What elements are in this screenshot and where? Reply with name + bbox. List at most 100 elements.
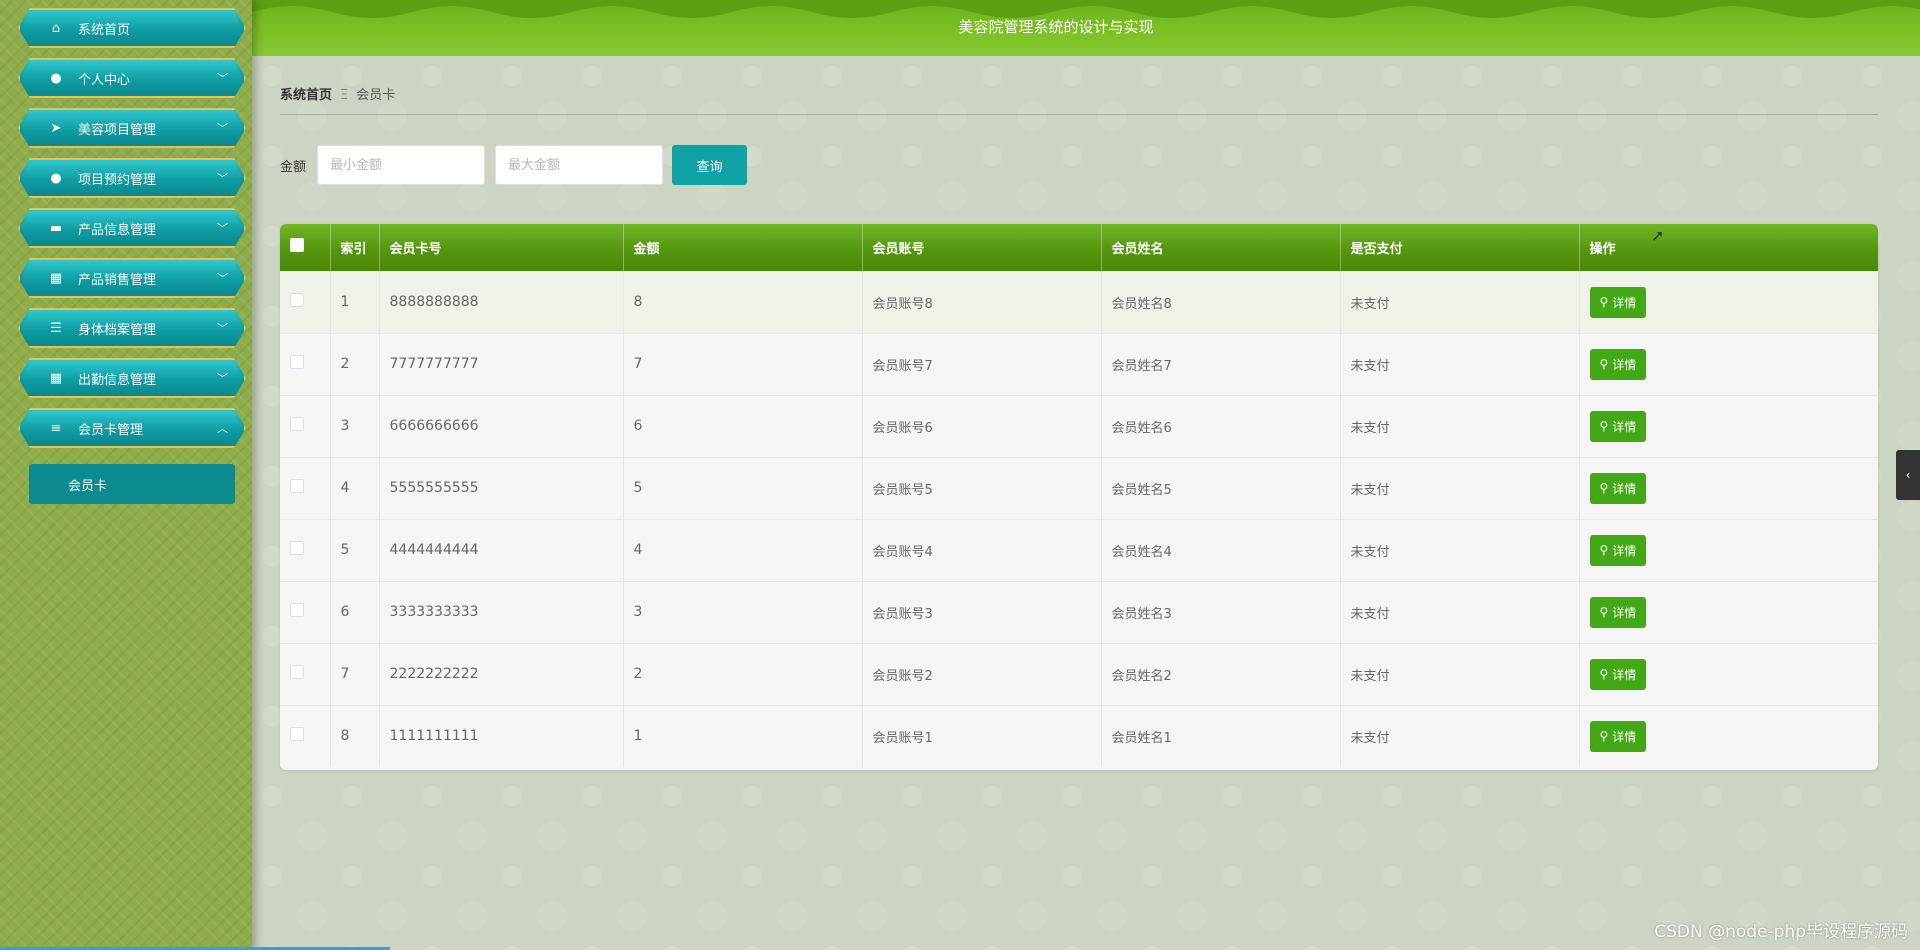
sliders-icon: ☰ bbox=[50, 320, 62, 336]
cell-name: 会员姓名6 bbox=[1101, 395, 1341, 457]
search-button[interactable]: 查询 bbox=[672, 145, 747, 185]
detail-button-label: 详情 bbox=[1612, 357, 1637, 372]
cell-account: 会员账号1 bbox=[862, 705, 1102, 767]
breadcrumb-home[interactable]: 系统首页 bbox=[280, 88, 332, 103]
user-icon: ● bbox=[50, 70, 62, 86]
cell-card-number: 8888888888 bbox=[379, 271, 624, 333]
detail-button[interactable]: ⚲ 详情 bbox=[1589, 472, 1647, 504]
cell-name: 会员姓名1 bbox=[1101, 705, 1341, 767]
detail-button[interactable]: ⚲ 详情 bbox=[1589, 658, 1647, 690]
cell-account: 会员账号2 bbox=[862, 643, 1102, 705]
chevron-down-icon: ﹀ bbox=[217, 372, 228, 385]
row-checkbox[interactable] bbox=[290, 479, 304, 493]
select-all-checkbox-cell bbox=[280, 224, 331, 271]
cell-card-number: 6666666666 bbox=[379, 395, 624, 457]
sidebar-item-beauty-project[interactable]: ➤ 美容项目管理 ﹀ bbox=[18, 108, 246, 148]
row-checkbox[interactable] bbox=[290, 665, 304, 679]
breadcrumb-divider bbox=[280, 114, 1878, 115]
sidebar-item-label: 身体档案管理 bbox=[78, 322, 157, 338]
column-header: 金额 bbox=[623, 224, 863, 271]
detail-button-label: 详情 bbox=[1612, 667, 1637, 682]
column-header: 操作 bbox=[1589, 241, 1616, 257]
detail-button[interactable]: ⚲ 详情 bbox=[1589, 348, 1647, 380]
sidebar-item-label: 美容项目管理 bbox=[78, 122, 157, 138]
cell-account: 会员账号3 bbox=[862, 581, 1102, 643]
detail-button[interactable]: ⚲ 详情 bbox=[1589, 596, 1647, 628]
row-checkbox[interactable] bbox=[290, 417, 304, 431]
chevron-down-icon: ﹀ bbox=[217, 72, 228, 85]
cell-paid-status: 未支付 bbox=[1340, 519, 1580, 581]
cell-index: 8 bbox=[330, 705, 380, 767]
table-row: 5 4444444444 4 会员账号4 会员姓名4 未支付 ⚲ 详情 bbox=[280, 519, 1878, 581]
cell-card-number: 2222222222 bbox=[379, 643, 624, 705]
chevron-down-icon: ﹀ bbox=[217, 172, 228, 185]
chevron-up-icon: ︿ bbox=[217, 422, 228, 435]
column-header: 会员账号 bbox=[862, 224, 1102, 271]
cell-account: 会员账号5 bbox=[862, 457, 1102, 519]
breadcrumb: 系统首页 Ξ 会员卡 bbox=[280, 84, 395, 103]
sidebar-item-appointment[interactable]: ● 项目预约管理 ﹀ bbox=[18, 158, 246, 198]
sidebar-item-personal-center[interactable]: ● 个人中心 ﹀ bbox=[18, 58, 246, 98]
cell-amount: 4 bbox=[623, 519, 863, 581]
search-icon: ⚲ bbox=[1599, 729, 1609, 744]
cell-amount: 2 bbox=[623, 643, 863, 705]
sidebar-item-product-sales[interactable]: ▦ 产品销售管理 ﹀ bbox=[18, 258, 246, 298]
row-checkbox[interactable] bbox=[290, 727, 304, 742]
row-checkbox[interactable] bbox=[290, 293, 304, 307]
cell-account: 会员账号6 bbox=[862, 395, 1102, 457]
select-all-checkbox[interactable] bbox=[290, 238, 304, 253]
table-row: 7 2222222222 2 会员账号2 会员姓名2 未支付 ⚲ 详情 bbox=[280, 643, 1878, 705]
cell-amount: 7 bbox=[623, 333, 863, 395]
column-header: 会员姓名 bbox=[1101, 224, 1341, 271]
sidebar-item-product-info[interactable]: ▬ 产品信息管理 ﹀ bbox=[18, 208, 246, 248]
chevron-left-icon: ‹ bbox=[1905, 468, 1911, 482]
cell-name: 会员姓名5 bbox=[1101, 457, 1341, 519]
search-icon: ⚲ bbox=[1599, 419, 1609, 433]
home-icon: ⌂ bbox=[51, 20, 61, 36]
cell-account: 会员账号8 bbox=[862, 271, 1102, 333]
search-icon: ⚲ bbox=[1599, 295, 1609, 309]
max-amount-input[interactable] bbox=[495, 145, 663, 185]
sidebar-item-member-card[interactable]: ≡ 会员卡管理 ︿ bbox=[18, 408, 246, 448]
detail-button-label: 详情 bbox=[1612, 729, 1637, 744]
cell-index: 1 bbox=[330, 271, 380, 333]
watermark-text: CSDN @node-php毕设程序源码 bbox=[1654, 922, 1908, 942]
cell-account: 会员账号4 bbox=[862, 519, 1102, 581]
cell-name: 会员姓名8 bbox=[1101, 271, 1341, 333]
member-card-table: 索引 会员卡号 金额 会员账号 会员姓名 是否支付 操作 1 888888888… bbox=[280, 224, 1878, 770]
sidebar-item-label: 项目预约管理 bbox=[78, 172, 157, 188]
submenu-item-member-card[interactable]: 会员卡 bbox=[29, 464, 235, 504]
detail-button-label: 详情 bbox=[1612, 543, 1637, 558]
detail-button[interactable]: ⚲ 详情 bbox=[1589, 534, 1647, 566]
cell-card-number: 5555555555 bbox=[379, 457, 624, 519]
sidebar-item-home[interactable]: ⌂ 系统首页 bbox=[18, 8, 246, 48]
chevron-down-icon: ﹀ bbox=[217, 322, 228, 335]
row-checkbox[interactable] bbox=[290, 355, 304, 369]
sidebar-item-body-record[interactable]: ☰ 身体档案管理 ﹀ bbox=[18, 308, 246, 348]
table-row: 2 7777777777 7 会员账号7 会员姓名7 未支付 ⚲ 详情 bbox=[280, 333, 1878, 395]
detail-button[interactable]: ⚲ 详情 bbox=[1589, 410, 1647, 442]
column-header: 索引 bbox=[330, 224, 380, 271]
collapse-panel-tab[interactable]: ‹ bbox=[1896, 450, 1920, 500]
row-checkbox[interactable] bbox=[290, 541, 304, 555]
ticket-icon: ▬ bbox=[49, 220, 63, 236]
column-header: 是否支付 bbox=[1340, 224, 1580, 271]
cell-amount: 5 bbox=[623, 457, 863, 519]
main-content: 系统首页 Ξ 会员卡 金额 查询 索引 会员卡号 金额 会员账号 会员姓名 是否支付… bbox=[252, 56, 1920, 950]
cell-index: 7 bbox=[330, 643, 380, 705]
sidebar: ⌂ 系统首页 ● 个人中心 ﹀ ➤ 美容项目管理 ﹀ ● 项目预约管理 ﹀ ▬ … bbox=[0, 0, 252, 950]
cell-amount: 3 bbox=[623, 581, 863, 643]
cell-amount: 8 bbox=[623, 271, 863, 333]
cell-paid-status: 未支付 bbox=[1340, 271, 1580, 333]
cell-index: 3 bbox=[330, 395, 380, 457]
cell-name: 会员姓名3 bbox=[1101, 581, 1341, 643]
detail-button[interactable]: ⚲ 详情 bbox=[1589, 286, 1647, 318]
detail-button[interactable]: ⚲ 详情 bbox=[1589, 720, 1647, 752]
table-row: 4 5555555555 5 会员账号5 会员姓名5 未支付 ⚲ 详情 bbox=[280, 457, 1878, 519]
page-title: 美容院管理系统的设计与实现 bbox=[958, 18, 1154, 36]
row-checkbox[interactable] bbox=[290, 603, 304, 617]
sidebar-item-attendance[interactable]: ▦ 出勤信息管理 ﹀ bbox=[18, 358, 246, 398]
min-amount-input[interactable] bbox=[317, 145, 485, 185]
list-icon: ≡ bbox=[50, 420, 62, 436]
search-icon: ⚲ bbox=[1599, 357, 1609, 371]
